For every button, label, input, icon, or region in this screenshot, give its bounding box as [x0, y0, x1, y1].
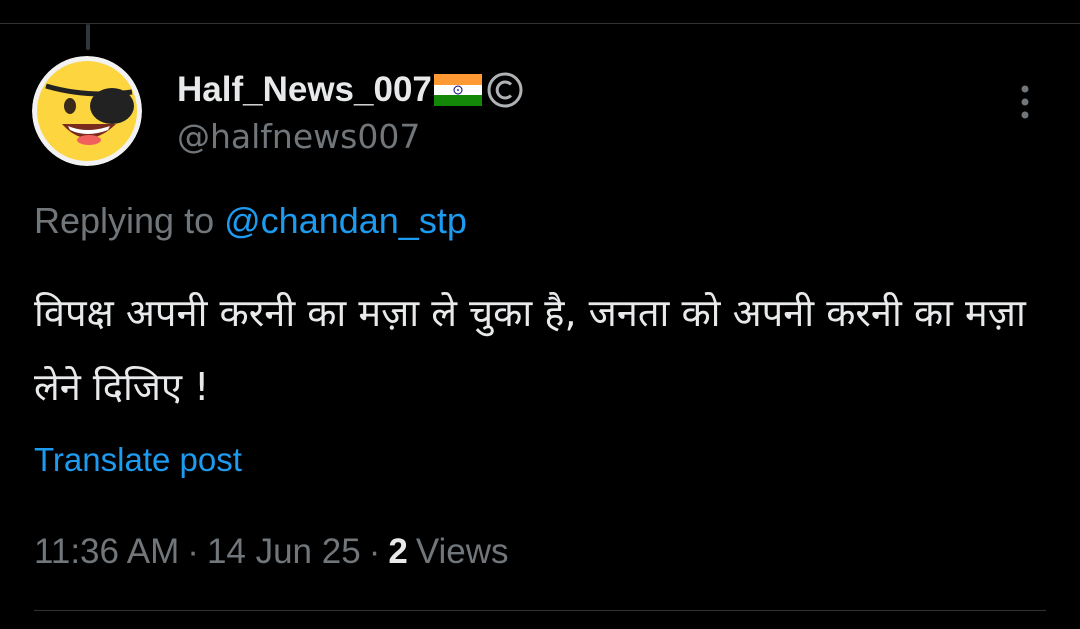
- author-display-name[interactable]: Half_News_007: [177, 70, 432, 110]
- post-date[interactable]: 14 Jun 25: [207, 532, 361, 572]
- author-name-row[interactable]: Half_News_007: [177, 68, 524, 112]
- post-text: विपक्ष अपनी करनी का मज़ा ले चुका है, जनत…: [34, 291, 1026, 409]
- views-label[interactable]: Views: [416, 532, 509, 572]
- post-time[interactable]: 11:36 AM: [34, 532, 179, 572]
- replying-prefix: Replying to: [34, 200, 215, 241]
- india-flag-icon: [433, 74, 482, 106]
- replying-to-line: Replying to @chandan_stp: [34, 200, 467, 242]
- thread-connector-line: [86, 24, 90, 50]
- post-metadata: 11:36 AM · 14 Jun 25 · 2 Views: [34, 532, 509, 572]
- separator-dot: ·: [187, 532, 199, 571]
- bottom-divider: [34, 610, 1046, 611]
- author-handle[interactable]: @halfnews007: [177, 117, 420, 156]
- separator-dot: ·: [368, 532, 381, 571]
- more-options-icon[interactable]: [1010, 82, 1040, 122]
- eyepatch-emoji-avatar-icon: [32, 56, 142, 166]
- avatar[interactable]: [32, 56, 142, 166]
- replying-to-mention-link[interactable]: @chandan_stp: [224, 200, 467, 241]
- top-divider: [0, 23, 1080, 24]
- post-detail: Half_News_007 @halfnews007 Replying to @…: [0, 0, 1080, 629]
- views-count[interactable]: 2: [388, 532, 407, 572]
- copyright-icon: [486, 71, 524, 109]
- translate-post-link[interactable]: Translate post: [34, 441, 242, 479]
